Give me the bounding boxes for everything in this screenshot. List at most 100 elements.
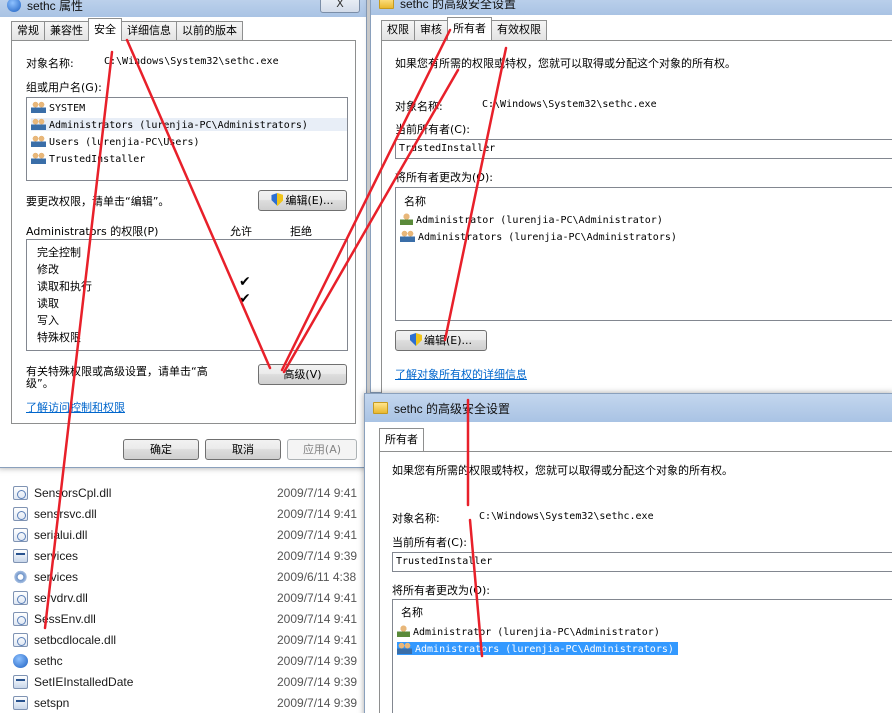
owner-panel: 如果您有所需的权限或特权，您就可以取得或分配这个对象的所有权。 对象名称: C:… bbox=[379, 451, 892, 713]
name-column-header[interactable]: 名称 bbox=[404, 193, 426, 209]
file-row[interactable]: services 2009/6/11 4:38 bbox=[0, 566, 370, 587]
list-item[interactable]: Administrator (lurenjia-PC\Administrator… bbox=[400, 213, 663, 226]
object-name-label: 对象名称: bbox=[26, 57, 74, 70]
dll-file-icon bbox=[13, 506, 28, 521]
tab-general[interactable]: 常规 bbox=[11, 21, 45, 41]
tab-owner[interactable]: 所有者 bbox=[447, 17, 492, 40]
apply-button[interactable]: 应用(A) bbox=[287, 439, 357, 460]
deny-column-header: 拒绝 bbox=[290, 225, 312, 238]
tab-owner[interactable]: 所有者 bbox=[379, 428, 424, 451]
advanced-tabs: 权限 审核 所有者 有效权限 bbox=[381, 17, 547, 40]
tab-auditing[interactable]: 审核 bbox=[414, 20, 448, 40]
application-file-icon bbox=[13, 695, 28, 710]
list-item[interactable]: Administrators (lurenjia-PC\Administrato… bbox=[31, 118, 347, 131]
sethc-app-icon bbox=[7, 0, 21, 12]
ok-button[interactable]: 确定 bbox=[123, 439, 199, 460]
object-name-label: 对象名称: bbox=[392, 512, 440, 525]
permissions-listbox: 完全控制 修改 读取和执行 ✔ 读取 ✔ 写入 特殊权限 bbox=[26, 239, 348, 351]
file-name: services bbox=[34, 569, 79, 584]
file-name: sensrsvc.dll bbox=[34, 506, 97, 521]
tab-compatibility[interactable]: 兼容性 bbox=[44, 21, 89, 41]
tab-permissions[interactable]: 权限 bbox=[381, 20, 415, 40]
folder-icon bbox=[373, 402, 388, 414]
user-name: TrustedInstaller bbox=[49, 154, 146, 165]
file-row[interactable]: sethc 2009/7/14 9:39 bbox=[0, 650, 370, 671]
owner-name: Administrator (lurenjia-PC\Administrator… bbox=[413, 627, 660, 638]
file-row[interactable]: SensorsCpl.dll 2009/7/14 9:41 bbox=[0, 482, 370, 503]
file-row[interactable]: sensrsvc.dll 2009/7/14 9:41 bbox=[0, 503, 370, 524]
file-date: 2009/7/14 9:41 bbox=[277, 506, 358, 521]
object-name-value: C:\Windows\System32\sethc.exe bbox=[482, 99, 657, 110]
list-item[interactable]: Administrator (lurenjia-PC\Administrator… bbox=[397, 625, 660, 638]
change-owner-label: 将所有者更改为(O): bbox=[395, 171, 493, 184]
permission-name: 读取和执行 bbox=[37, 280, 92, 293]
current-owner-value: TrustedInstaller bbox=[399, 143, 496, 154]
file-date: 2009/7/14 9:41 bbox=[277, 611, 358, 626]
file-row[interactable]: services 2009/7/14 9:39 bbox=[0, 545, 370, 566]
object-name-label: 对象名称: bbox=[395, 100, 443, 113]
group-icon bbox=[31, 152, 46, 164]
list-item[interactable]: SYSTEM bbox=[31, 101, 85, 114]
application-file-icon bbox=[13, 548, 28, 563]
current-owner-field: TrustedInstaller bbox=[395, 139, 892, 159]
sethc-app-icon bbox=[13, 653, 28, 668]
edit-permissions-button[interactable]: 编辑(E)... bbox=[258, 190, 347, 211]
user-icon bbox=[397, 625, 410, 637]
permission-name: 写入 bbox=[37, 314, 59, 327]
dll-file-icon bbox=[13, 527, 28, 542]
file-name: SensorsCpl.dll bbox=[34, 485, 112, 500]
gear-file-icon bbox=[13, 569, 28, 584]
file-row[interactable]: setspn 2009/7/14 9:39 bbox=[0, 692, 370, 713]
advanced-security-window: sethc 的高级安全设置 权限 审核 所有者 有效权限 如果您有所需的权限或特… bbox=[370, 0, 892, 400]
window-title: sethc 的高级安全设置 bbox=[400, 0, 517, 11]
uac-shield-icon bbox=[271, 193, 284, 206]
permission-name: 完全控制 bbox=[37, 246, 81, 259]
group-icon bbox=[400, 230, 415, 242]
edit-owner-button[interactable]: 编辑(E)... bbox=[395, 330, 487, 351]
cancel-button[interactable]: 取消 bbox=[205, 439, 281, 460]
application-file-icon bbox=[13, 674, 28, 689]
list-item[interactable]: Users (lurenjia-PC\Users) bbox=[31, 135, 200, 148]
name-column-header[interactable]: 名称 bbox=[401, 604, 423, 620]
advanced-titlebar: sethc 的高级安全设置 bbox=[365, 394, 892, 422]
file-row[interactable]: serialui.dll 2009/7/14 9:41 bbox=[0, 524, 370, 545]
file-row[interactable]: servdrv.dll 2009/7/14 9:41 bbox=[0, 587, 370, 608]
learn-access-control-link[interactable]: 了解访问控制和权限 bbox=[26, 399, 125, 415]
current-owner-field: TrustedInstaller bbox=[392, 552, 892, 572]
advanced-button[interactable]: 高级(V) bbox=[258, 364, 347, 385]
group-users-label: 组或用户名(G): bbox=[26, 81, 102, 94]
tab-previous-versions[interactable]: 以前的版本 bbox=[176, 21, 243, 41]
close-button[interactable]: X bbox=[320, 0, 360, 13]
advanced-titlebar: sethc 的高级安全设置 bbox=[371, 0, 892, 15]
user-name: SYSTEM bbox=[49, 103, 86, 114]
uac-shield-icon bbox=[409, 333, 422, 346]
tab-details[interactable]: 详细信息 bbox=[121, 21, 177, 41]
list-item[interactable]: TrustedInstaller bbox=[31, 152, 145, 165]
group-icon bbox=[397, 642, 412, 654]
user-name: Users (lurenjia-PC\Users) bbox=[49, 137, 200, 148]
file-row[interactable]: setbcdlocale.dll 2009/7/14 9:41 bbox=[0, 629, 370, 650]
user-icon bbox=[400, 213, 413, 225]
learn-ownership-link[interactable]: 了解对象所有权的详细信息 bbox=[395, 366, 527, 382]
owner-candidates-listbox[interactable]: 名称 Administrator (lurenjia-PC\Administra… bbox=[392, 599, 892, 713]
owner-candidates-listbox[interactable]: 名称 Administrator (lurenjia-PC\Administra… bbox=[395, 187, 892, 321]
ownership-intro-text: 如果您有所需的权限或特权，您就可以取得或分配这个对象的所有权。 bbox=[392, 464, 733, 477]
ownership-intro-text: 如果您有所需的权限或特权，您就可以取得或分配这个对象的所有权。 bbox=[395, 57, 736, 70]
file-name: setbcdlocale.dll bbox=[34, 632, 117, 647]
security-panel: 对象名称: C:\Windows\System32\sethc.exe 组或用户… bbox=[11, 40, 356, 424]
list-item[interactable]: Administrators (lurenjia-PC\Administrato… bbox=[400, 230, 677, 243]
edit-button-label: 编辑(E)... bbox=[423, 334, 473, 347]
tab-security[interactable]: 安全 bbox=[88, 18, 122, 41]
list-item-selected[interactable]: Administrators (lurenjia-PC\Administrato… bbox=[397, 642, 678, 655]
permission-name: 修改 bbox=[37, 263, 59, 276]
current-owner-label: 当前所有者(C): bbox=[395, 123, 470, 136]
file-row[interactable]: SetIEInstalledDate 2009/7/14 9:39 bbox=[0, 671, 370, 692]
users-listbox[interactable]: SYSTEM Administrators (lurenjia-PC\Admin… bbox=[26, 97, 348, 181]
edit-button-label: 编辑(E)... bbox=[285, 194, 334, 207]
file-name: SessEnv.dll bbox=[34, 611, 96, 626]
window-title: sethc 的高级安全设置 bbox=[394, 401, 511, 416]
tab-effective-permissions[interactable]: 有效权限 bbox=[491, 20, 547, 40]
object-name-value: C:\Windows\System32\sethc.exe bbox=[104, 56, 279, 67]
file-row[interactable]: SessEnv.dll 2009/7/14 9:41 bbox=[0, 608, 370, 629]
dll-file-icon bbox=[13, 590, 28, 605]
